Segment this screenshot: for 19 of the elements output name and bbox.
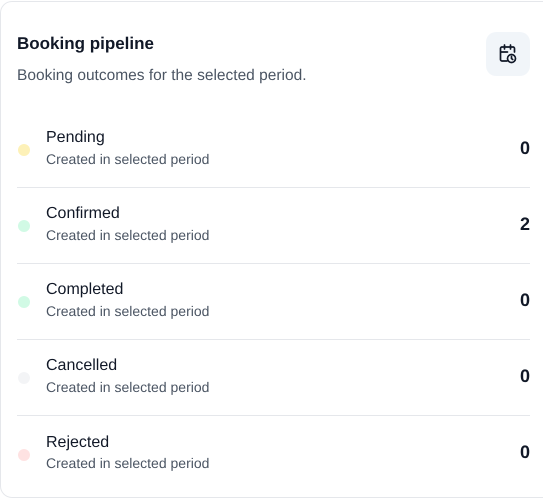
- calendar-clock-icon: [499, 44, 517, 64]
- status-label: Confirmed: [46, 204, 121, 224]
- status-count: 0: [520, 441, 530, 464]
- calendar-button[interactable]: [486, 32, 530, 76]
- status-count: 0: [520, 288, 530, 312]
- status-caption: Created in selected period: [46, 454, 210, 472]
- status-count: 0: [520, 364, 530, 388]
- status-caption: Created in selected period: [46, 150, 210, 168]
- status-label: Rejected: [46, 432, 110, 452]
- status-caption: Created in selected period: [46, 302, 210, 320]
- status-caption: Created in selected period: [46, 378, 210, 396]
- status-label: Pending: [46, 128, 106, 148]
- card-subtitle: Booking outcomes for the selected period.: [17, 66, 307, 86]
- status-count: 0: [520, 136, 530, 160]
- card-title: Booking pipeline: [17, 34, 155, 54]
- status-caption: Created in selected period: [46, 226, 210, 244]
- status-label: Cancelled: [46, 356, 118, 376]
- status-count: 2: [520, 212, 530, 236]
- status-label: Completed: [46, 280, 124, 300]
